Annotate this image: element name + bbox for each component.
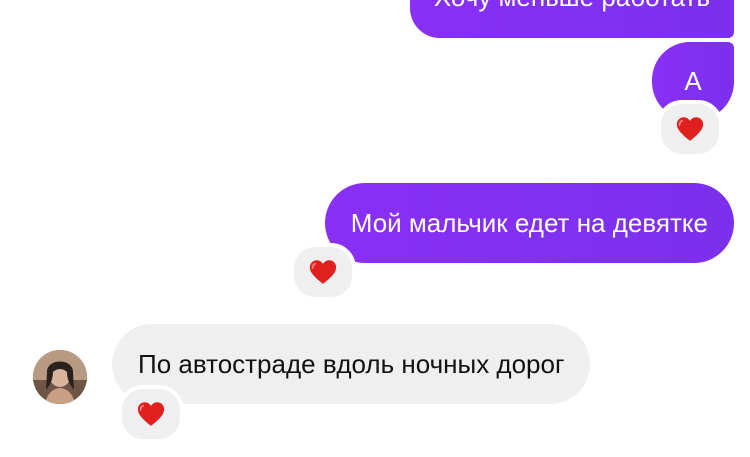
heart-icon: [309, 260, 337, 284]
message-text: А: [684, 66, 702, 96]
message-text: Хочу меньше работать: [434, 0, 710, 10]
message-bubble-outgoing[interactable]: Мой мальчик едет на девятке: [324, 183, 734, 263]
message-text: По автостраде вдоль ночных дорог: [138, 349, 565, 379]
message-bubble-incoming[interactable]: По автостраде вдоль ночных дорог: [112, 324, 591, 404]
avatar-photo: [33, 350, 87, 404]
contact-avatar[interactable]: [33, 350, 87, 404]
message-reaction[interactable]: [118, 385, 184, 443]
message-reaction[interactable]: [290, 243, 356, 301]
chat-thread: Хочу меньше работать А Мой мальчик едет …: [0, 0, 750, 457]
message-text: Мой мальчик едет на девятке: [350, 208, 708, 238]
heart-icon: [137, 402, 165, 426]
message-reaction[interactable]: [657, 100, 723, 158]
heart-icon: [676, 117, 704, 141]
message-bubble-outgoing[interactable]: Хочу меньше работать: [409, 0, 734, 38]
